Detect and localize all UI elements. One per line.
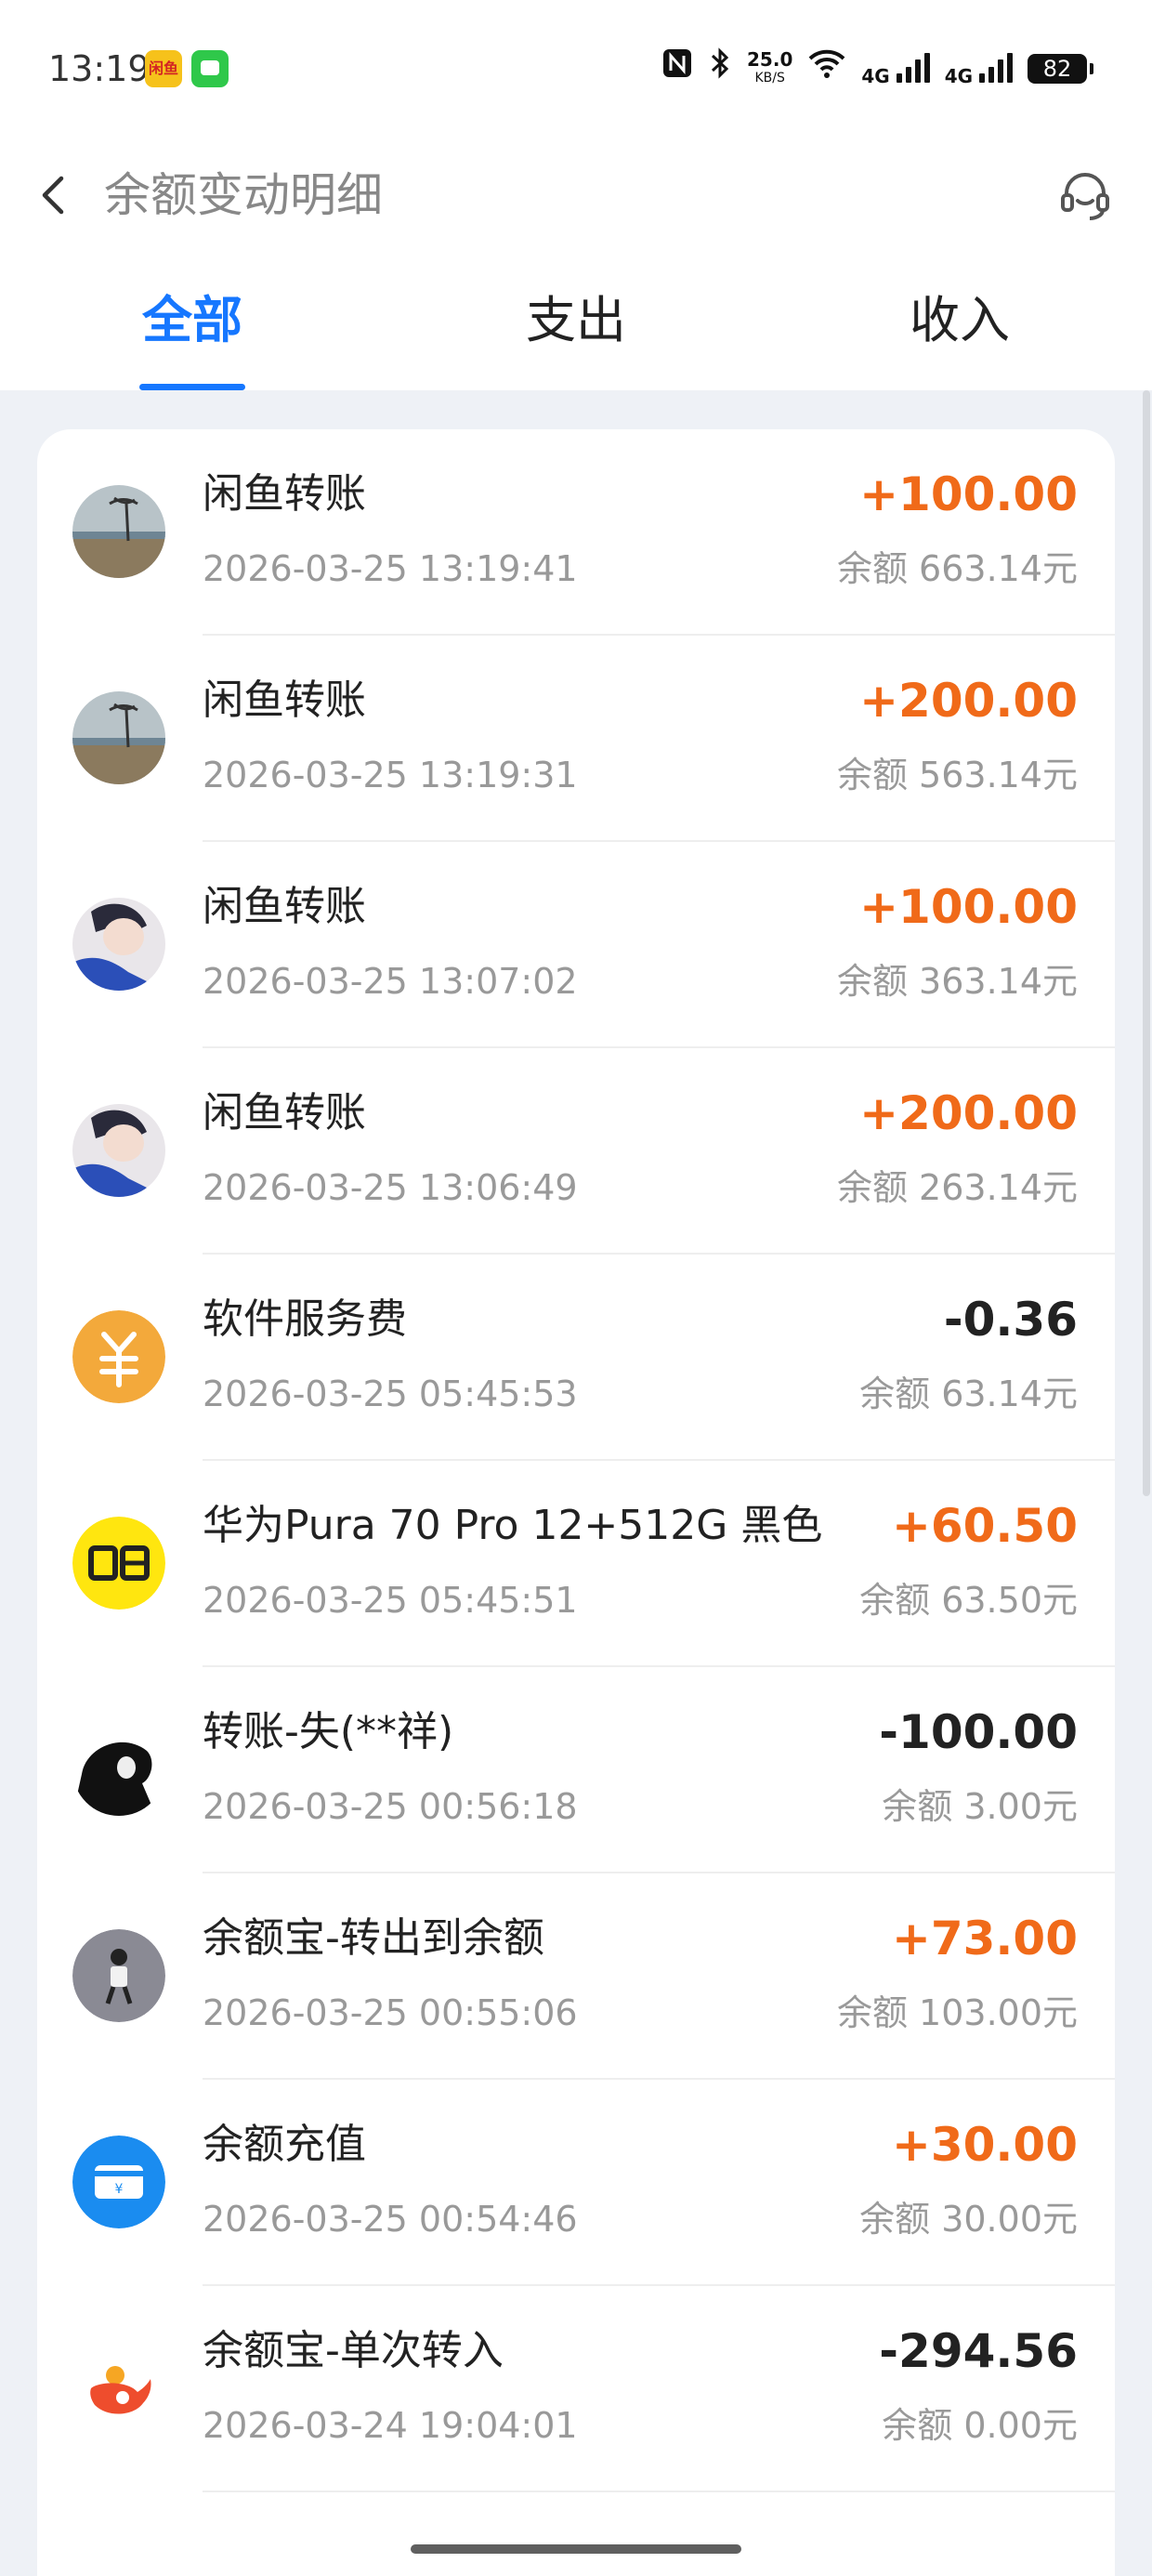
transaction-amount: +30.00 <box>891 2118 1078 2172</box>
transaction-balance: 余额 0.00元 <box>882 2405 1078 2446</box>
transaction-amount: +73.00 <box>891 1912 1078 1965</box>
anime-avatar <box>72 898 165 991</box>
transaction-amount: +100.00 <box>859 467 1078 521</box>
status-bar: 13:19 闲鱼 25.0 KB/S 4G 4G 82 <box>0 0 1152 139</box>
transaction-balance: 余额 663.14元 <box>836 548 1078 589</box>
transaction-balance: 余额 103.00元 <box>836 1992 1078 2033</box>
transaction-row[interactable]: 闲鱼转账 2026-03-25 13:06:49 +200.00 余额 263.… <box>37 1048 1115 1255</box>
network-speed-unit: KB/S <box>754 71 785 85</box>
transaction-row[interactable]: 转账-失(**祥) 2026-03-25 00:56:18 -100.00 余额… <box>37 1667 1115 1873</box>
customer-service-button[interactable] <box>1055 165 1115 225</box>
network-speed: 25.0 KB/S <box>747 50 792 87</box>
transaction-balance: 余额 30.00元 <box>859 2199 1078 2240</box>
transaction-row[interactable]: 闲鱼转账 2026-03-25 13:19:31 +200.00 余额 563.… <box>37 636 1115 842</box>
transaction-title: 闲鱼转账 <box>203 677 366 724</box>
beach-avatar <box>72 691 165 784</box>
yuebao-icon <box>72 2342 165 2435</box>
transaction-time: 2026-03-24 19:04:01 <box>203 2405 578 2446</box>
tab-income[interactable]: 收入 <box>867 288 1053 353</box>
transaction-time: 2026-03-25 00:54:46 <box>203 2199 578 2240</box>
nfc-icon <box>661 46 693 91</box>
transaction-title: 余额宝-转出到余额 <box>203 1914 544 1962</box>
transaction-title: 闲鱼转账 <box>203 1089 366 1137</box>
transaction-row[interactable]: ¥ 余额充值 2026-03-25 00:54:46 +30.00 余额 30.… <box>37 2080 1115 2286</box>
transaction-amount: +200.00 <box>859 1086 1078 1140</box>
xianyu-app-icon: 闲鱼 <box>145 50 182 87</box>
transaction-title: 闲鱼转账 <box>203 883 366 930</box>
transaction-title: 闲鱼转账 <box>203 470 366 518</box>
network-speed-value: 25.0 <box>747 48 793 71</box>
scrollbar[interactable] <box>1143 390 1150 1496</box>
wifi-icon <box>807 46 846 91</box>
message-app-icon <box>191 50 229 87</box>
beach-avatar <box>72 485 165 578</box>
app-screen: 13:19 闲鱼 25.0 KB/S 4G 4G 82 余额变动明细 全部 支出… <box>0 0 1152 2576</box>
cell-signal-1: 4G <box>861 51 930 87</box>
transaction-balance: 余额 363.14元 <box>836 961 1078 1002</box>
back-button[interactable] <box>28 167 84 223</box>
transaction-balance: 余额 3.00元 <box>882 1786 1078 1827</box>
transaction-amount: -294.56 <box>879 2324 1078 2378</box>
cell-signal-2: 4G <box>945 51 1013 87</box>
transaction-balance: 余额 63.50元 <box>859 1580 1078 1621</box>
transaction-amount: +200.00 <box>859 674 1078 728</box>
transaction-title: 华为Pura 70 Pro 12+512G 黑色 <box>203 1502 823 1549</box>
chevron-left-icon <box>42 176 64 215</box>
cell-signal-2-label: 4G <box>944 64 974 87</box>
transaction-time: 2026-03-25 05:45:51 <box>203 1580 578 1621</box>
cell-signal-1-label: 4G <box>861 64 890 87</box>
transaction-balance: 余额 263.14元 <box>836 1167 1078 1208</box>
transaction-title: 软件服务费 <box>203 1295 407 1343</box>
transaction-amount: -0.36 <box>943 1293 1078 1347</box>
transaction-balance: 余额 563.14元 <box>836 755 1078 795</box>
status-time: 13:19 <box>48 48 151 89</box>
transaction-time: 2026-03-25 13:19:31 <box>203 755 578 795</box>
transaction-time: 2026-03-25 13:19:41 <box>203 548 578 589</box>
battery-icon: 82 <box>1028 54 1093 84</box>
transaction-time: 2026-03-25 13:06:49 <box>203 1167 578 1208</box>
anime-avatar <box>72 1104 165 1197</box>
row-divider <box>203 2491 1115 2492</box>
active-tab-indicator <box>139 384 245 390</box>
page-title: 余额变动明细 <box>104 168 383 222</box>
transaction-amount: +100.00 <box>859 880 1078 934</box>
transaction-row[interactable]: 余额宝-单次转入 2026-03-24 19:04:01 -294.56 余额 … <box>37 2286 1115 2492</box>
transaction-title: 余额宝-单次转入 <box>203 2327 504 2374</box>
headset-icon <box>1061 173 1109 220</box>
transaction-row[interactable]: 闲鱼转账 2026-03-25 13:19:41 +100.00 余额 663.… <box>37 429 1115 636</box>
transaction-time: 2026-03-25 05:45:53 <box>203 1373 578 1414</box>
signal-bars-icon <box>896 51 930 83</box>
bluetooth-icon <box>708 46 732 92</box>
signal-bars-icon <box>979 51 1013 83</box>
home-indicator[interactable] <box>411 2544 741 2554</box>
transaction-amount: -100.00 <box>879 1705 1078 1759</box>
dark-avatar <box>72 1723 165 1816</box>
tab-expense[interactable]: 支出 <box>483 288 669 353</box>
transaction-time: 2026-03-25 00:56:18 <box>203 1786 578 1827</box>
transaction-list: 闲鱼转账 2026-03-25 13:19:41 +100.00 余额 663.… <box>37 429 1115 2576</box>
transaction-amount: +60.50 <box>891 1499 1078 1553</box>
transaction-title: 转账-失(**祥) <box>203 1708 454 1755</box>
transaction-title: 余额充值 <box>203 2121 366 2168</box>
status-icons: 25.0 KB/S 4G 4G 82 <box>661 46 1093 92</box>
transaction-row[interactable]: 华为Pura 70 Pro 12+512G 黑色 2026-03-25 05:4… <box>37 1461 1115 1667</box>
transaction-row[interactable]: 余额宝-转出到余额 2026-03-25 00:55:06 +73.00 余额 … <box>37 1873 1115 2080</box>
transaction-row[interactable]: 软件服务费 2026-03-25 05:45:53 -0.36 余额 63.14… <box>37 1255 1115 1461</box>
tab-all[interactable]: 全部 <box>99 288 285 353</box>
transaction-balance: 余额 63.14元 <box>859 1373 1078 1414</box>
xianyu-logo-icon <box>72 1517 165 1610</box>
transaction-time: 2026-03-25 00:55:06 <box>203 1992 578 2033</box>
card-icon: ¥ <box>72 2136 165 2228</box>
transaction-row[interactable]: 闲鱼转账 2026-03-25 13:07:02 +100.00 余额 363.… <box>37 842 1115 1048</box>
person-avatar <box>72 1929 165 2022</box>
filter-tabs: 全部 支出 收入 <box>0 251 1152 390</box>
nav-header: 余额变动明细 <box>0 139 1152 251</box>
yuan-icon <box>72 1310 165 1403</box>
svg-text:¥: ¥ <box>115 2182 124 2197</box>
transaction-time: 2026-03-25 13:07:02 <box>203 961 578 1002</box>
